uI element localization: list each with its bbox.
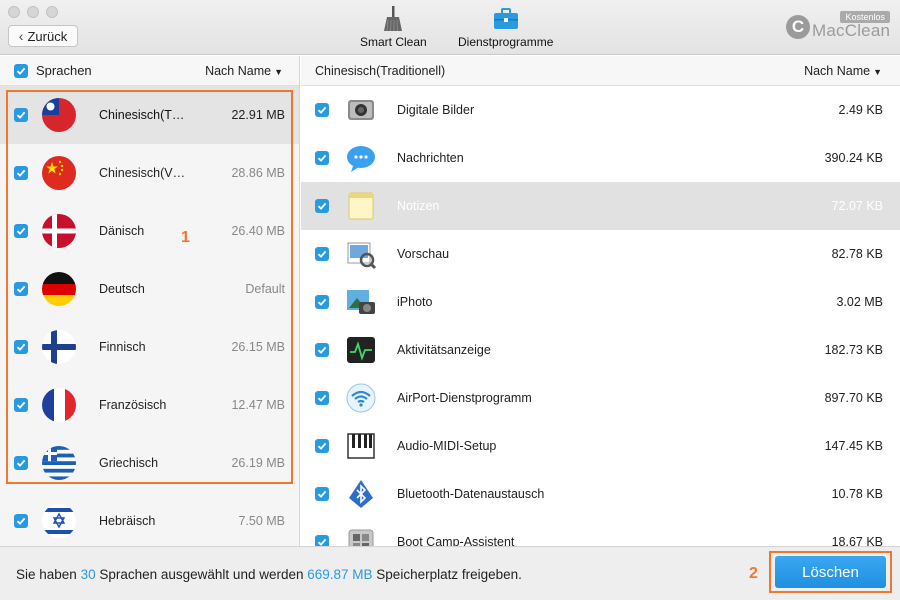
app-row[interactable]: Nachrichten 390.24 KB: [301, 134, 900, 182]
annotation-number-1: 1: [181, 229, 190, 246]
iphoto-icon: [347, 290, 375, 314]
notes-icon: [348, 192, 374, 220]
app-name: Audio-MIDI-Setup: [397, 439, 497, 453]
total-size: 669.87 MB: [307, 567, 373, 582]
app-name: Boot Camp-Assistent: [397, 535, 515, 546]
app-name: Aktivitätsanzeige: [397, 343, 491, 357]
activity-monitor-icon: [347, 337, 375, 363]
app-checkbox[interactable]: [315, 391, 329, 405]
app-row[interactable]: iPhoto 3.02 MB: [301, 278, 900, 326]
select-all-languages-checkbox[interactable]: [14, 63, 28, 78]
app-name: AirPort-Dienstprogramm: [397, 391, 532, 405]
macclean-logo: Kostenlos C MacClean: [786, 11, 890, 45]
languages-header-title: Sprachen: [36, 63, 92, 78]
annotation-box-1: [6, 90, 293, 484]
boot-camp-icon: [348, 529, 374, 546]
app-name: Notizen: [397, 199, 440, 213]
minimize-window-button[interactable]: [27, 6, 39, 18]
status-bar: Sie haben 30 Sprachen ausgewählt und wer…: [0, 546, 900, 600]
app-size: 10.78 KB: [831, 487, 883, 501]
annotation-number-2: 2: [749, 565, 758, 582]
chevron-down-icon: ▼: [274, 66, 283, 77]
app-size: 82.78 KB: [831, 247, 883, 261]
messages-icon: [347, 146, 375, 172]
app-row[interactable]: AirPort-Dienstprogramm 897.70 KB: [301, 374, 900, 422]
apps-sort-label: Nach Name: [804, 63, 871, 78]
israel-flag-icon: [42, 504, 76, 538]
app-name: Bluetooth-Datenaustausch: [397, 487, 545, 501]
app-row[interactable]: Boot Camp-Assistent 18.67 KB: [301, 518, 900, 546]
bluetooth-icon: [349, 480, 373, 508]
toolbar-smart-clean-label: Smart Clean: [360, 35, 427, 49]
app-size: 390.24 KB: [824, 151, 883, 165]
app-size: 3.02 MB: [836, 295, 883, 309]
toolbar-smart-clean[interactable]: Smart Clean: [360, 6, 427, 49]
app-name: Vorschau: [397, 247, 450, 261]
annotation-box-2: [769, 551, 892, 593]
languages-sort-label: Nach Name: [205, 63, 272, 78]
apps-panel: Chinesisch(Traditionell) Nach Name ▼ Digi…: [301, 56, 900, 546]
language-size: 7.50 MB: [238, 514, 285, 528]
app-checkbox[interactable]: [315, 487, 329, 501]
app-row[interactable]: Aktivitätsanzeige 182.73 KB: [301, 326, 900, 374]
app-row[interactable]: Vorschau 82.78 KB: [301, 230, 900, 278]
language-checkbox[interactable]: [14, 514, 28, 528]
close-window-button[interactable]: [8, 6, 20, 18]
broom-icon: [378, 6, 408, 32]
zoom-window-button[interactable]: [46, 6, 58, 18]
chevron-left-icon: ‹: [18, 28, 24, 44]
language-count: 30: [80, 567, 96, 582]
app-checkbox[interactable]: [315, 535, 329, 546]
app-size: 147.45 KB: [824, 439, 883, 453]
chevron-down-icon: ▼: [873, 66, 882, 77]
app-name: iPhoto: [397, 295, 433, 309]
back-button-label: Zurück: [27, 28, 68, 44]
app-checkbox[interactable]: [315, 103, 329, 117]
app-row[interactable]: Digitale Bilder 2.49 KB: [301, 86, 900, 134]
app-checkbox[interactable]: [315, 439, 329, 453]
apps-sort-dropdown[interactable]: Nach Name ▼: [804, 64, 882, 78]
toolbar-dienstprogramme[interactable]: Dienstprogramme: [458, 6, 553, 49]
app-checkbox[interactable]: [315, 295, 329, 309]
app-checkbox[interactable]: [315, 199, 329, 213]
languages-sort-dropdown[interactable]: Nach Name ▼: [205, 64, 283, 78]
app-row[interactable]: Audio-MIDI-Setup 147.45 KB: [301, 422, 900, 470]
logo-mark: C: [786, 15, 810, 39]
app-row[interactable]: Bluetooth-Datenaustausch 10.78 KB: [301, 470, 900, 518]
status-middle: Sprachen ausgewählt und werden: [95, 567, 308, 582]
app-size: 72.07 KB: [831, 199, 883, 213]
app-size: 897.70 KB: [824, 391, 883, 405]
piano-icon: [347, 433, 375, 459]
preview-icon: [347, 242, 377, 270]
title-bar: ‹ Zurück Smart Clean Dienstprogramme Kos…: [0, 0, 900, 55]
back-button[interactable]: ‹ Zurück: [8, 25, 78, 47]
app-size: 18.67 KB: [831, 535, 883, 546]
app-name: Digitale Bilder: [397, 103, 475, 117]
app-checkbox[interactable]: [315, 151, 329, 165]
status-prefix: Sie haben: [16, 567, 81, 582]
app-name: Nachrichten: [397, 151, 464, 165]
app-size: 182.73 KB: [824, 343, 883, 357]
app-row[interactable]: Notizen 72.07 KB: [301, 182, 900, 230]
camera-scanner-icon: [348, 100, 374, 120]
apps-header: Chinesisch(Traditionell) Nach Name ▼: [301, 56, 900, 86]
toolbox-icon: [491, 6, 521, 32]
language-row[interactable]: Hebräisch 7.50 MB: [0, 492, 299, 546]
status-text: Sie haben 30 Sprachen ausgewählt und wer…: [16, 567, 522, 582]
app-checkbox[interactable]: [315, 247, 329, 261]
languages-header: Sprachen Nach Name ▼: [0, 56, 299, 86]
wifi-icon: [346, 383, 376, 413]
language-name: Hebräisch: [99, 514, 156, 528]
toolbar-dienstprogramme-label: Dienstprogramme: [458, 35, 554, 49]
app-checkbox[interactable]: [315, 343, 329, 357]
logo-name: MacClean: [812, 21, 891, 40]
status-suffix: Speicherplatz freigeben.: [372, 567, 522, 582]
apps-header-title: Chinesisch(Traditionell): [315, 63, 446, 78]
app-size: 2.49 KB: [838, 103, 883, 117]
